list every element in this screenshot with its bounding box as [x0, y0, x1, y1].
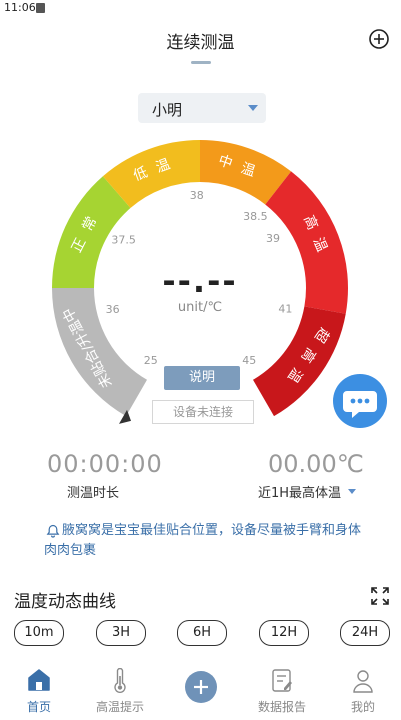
connection-status: 设备未连接	[152, 400, 254, 424]
tab-data-report[interactable]: 数据报告	[247, 662, 317, 720]
gauge-tick-label: 38	[190, 189, 204, 202]
notification-icon	[36, 3, 45, 13]
chat-icon	[343, 391, 377, 418]
max-temp-selector[interactable]: 近1H最高体温	[258, 482, 341, 501]
max-temp-value: 00.00℃	[268, 450, 364, 478]
chat-button[interactable]	[333, 374, 387, 428]
gauge-zone	[52, 288, 147, 417]
tab-label: 高温提示	[95, 700, 144, 714]
add-icon	[185, 671, 217, 703]
range-10m-button[interactable]: 10m	[14, 620, 64, 646]
range-6h-button[interactable]: 6H	[177, 620, 227, 646]
tab-profile[interactable]: 我的	[328, 662, 398, 720]
tab-high-temp-alert[interactable]: 高温提示	[85, 662, 155, 720]
explain-button[interactable]: 说明	[164, 366, 240, 390]
title-underline	[191, 61, 211, 64]
gauge-tick-label: 45	[242, 354, 256, 367]
chevron-down-icon	[248, 105, 258, 111]
add-circle-icon	[369, 29, 389, 49]
range-24h-button[interactable]: 24H	[340, 620, 390, 646]
tab-label: 首页	[26, 700, 51, 714]
placement-tip: 腋窝窝是宝宝最佳贴合位置，设备尽量被手臂和身体肉肉包裹	[44, 521, 364, 561]
gauge-tick-label: 25	[144, 354, 158, 367]
tab-home[interactable]: 首页	[4, 662, 74, 720]
duration-label: 测温时长	[67, 486, 120, 501]
bottom-tab-bar: 首页 高温提示 数据报告 我的	[0, 662, 401, 720]
section-title: 温度动态曲线	[14, 592, 116, 612]
user-icon	[353, 670, 373, 693]
gauge-tick-label: 38.5	[243, 210, 268, 223]
temperature-reading: --.--	[162, 262, 238, 300]
selector-value: 小明	[152, 101, 183, 119]
person-selector[interactable]: 小明	[138, 93, 266, 123]
chevron-down-icon[interactable]	[348, 489, 356, 494]
gauge-tick-label: 41	[278, 302, 292, 315]
page-title: 连续测温	[166, 33, 235, 53]
expand-icon[interactable]	[370, 586, 390, 606]
range-12h-button[interactable]: 12H	[259, 620, 309, 646]
tab-label: 我的	[350, 700, 375, 714]
status-bar: 11:06	[0, 0, 401, 18]
status-time: 11:06	[4, 1, 36, 14]
home-icon	[28, 669, 50, 691]
temperature-unit: unit/℃	[177, 300, 223, 315]
gauge-tick-label: 39	[266, 232, 280, 245]
add-button[interactable]	[368, 28, 390, 50]
gauge-tick-label: 36	[106, 303, 120, 316]
range-3h-button[interactable]: 3H	[96, 620, 146, 646]
thermometer-icon	[114, 668, 126, 693]
tip-text: 腋窝窝是宝宝最佳贴合位置，设备尽量被手臂和身体肉肉包裹	[44, 523, 362, 558]
duration-value: 00:00:00	[47, 450, 163, 478]
tab-add[interactable]	[166, 662, 236, 720]
time-range-selector: 10m 3H 6H 12H 24H	[0, 620, 401, 646]
tab-label: 数据报告	[257, 700, 306, 714]
report-icon	[272, 669, 292, 692]
gauge-tick-label: 37.5	[111, 233, 136, 246]
